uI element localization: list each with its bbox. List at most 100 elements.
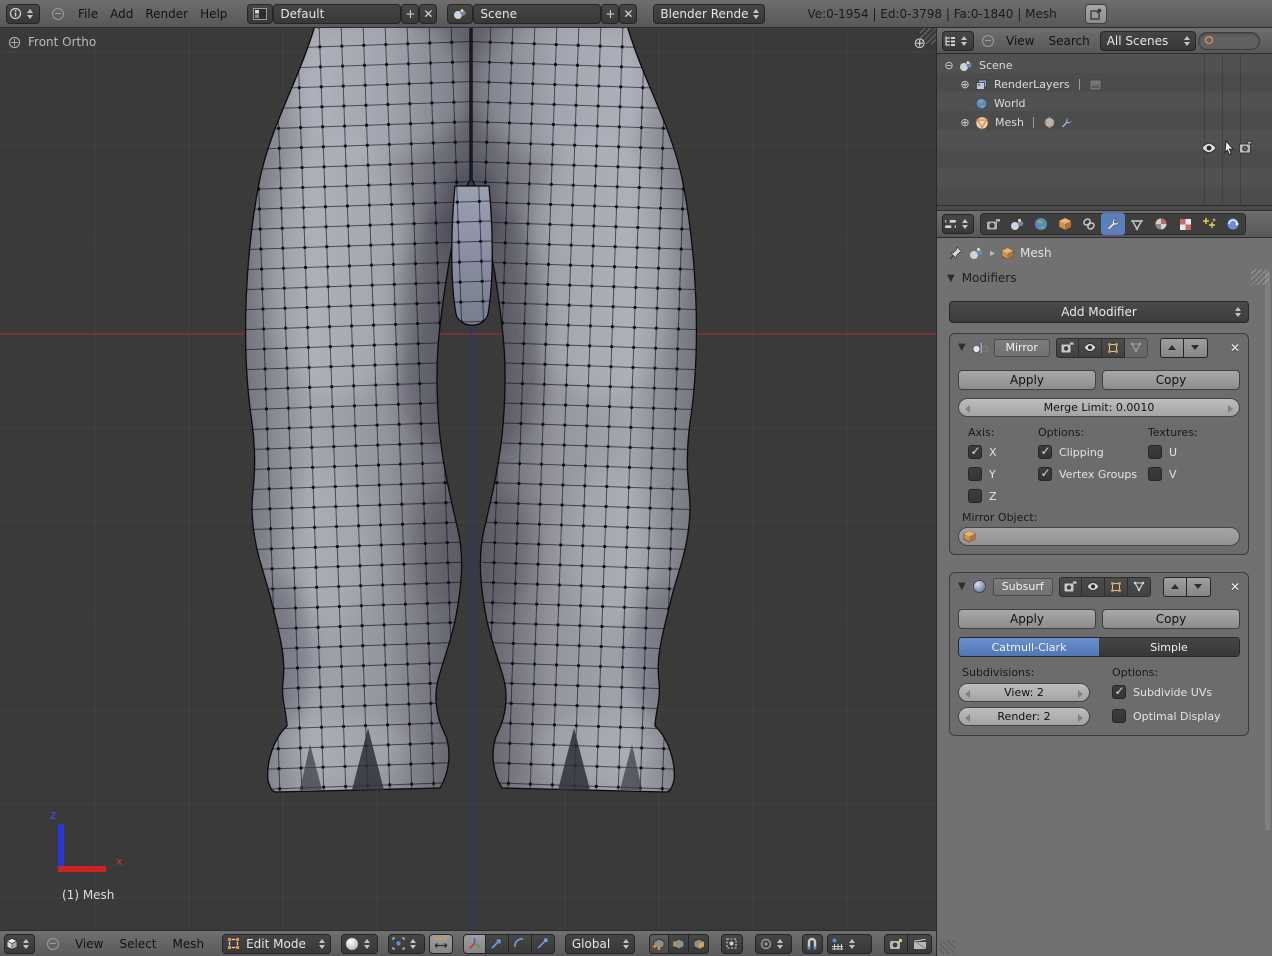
scene-browse-button[interactable] (447, 4, 473, 24)
menu-file[interactable]: File (72, 1, 104, 27)
tab-world[interactable] (1029, 213, 1053, 235)
menu-select[interactable]: Select (113, 931, 162, 956)
menu-add[interactable]: Add (104, 1, 139, 27)
limit-selection-visible-button[interactable] (721, 934, 742, 954)
checkbox[interactable] (1148, 445, 1162, 459)
checkbox[interactable] (968, 489, 982, 503)
editor-type-selector[interactable] (942, 31, 974, 51)
pin-icon[interactable] (949, 246, 963, 260)
collapse-icon[interactable]: ▼ (958, 342, 966, 353)
copy-button[interactable]: Copy (1102, 609, 1240, 629)
collapse-icon[interactable]: ▼ (958, 581, 966, 592)
mirror-object-field[interactable] (958, 527, 1240, 546)
mode-select[interactable]: Edit Mode (222, 934, 331, 954)
texture-v-checkbox[interactable]: V (1148, 467, 1177, 481)
add-layout-button[interactable]: + (401, 4, 419, 24)
scene-field[interactable]: Scene (473, 4, 601, 24)
visibility-eye-icon[interactable] (1201, 140, 1217, 156)
breadcrumb-object-name[interactable]: Mesh (1020, 246, 1052, 260)
render-image-button[interactable] (884, 934, 908, 954)
vertex-groups-checkbox[interactable]: Vertex Groups (1038, 467, 1137, 481)
tab-particles[interactable] (1197, 213, 1221, 235)
render-visibility-toggle[interactable] (1059, 577, 1082, 597)
menu-view[interactable]: View (69, 931, 109, 956)
tab-constraints[interactable] (1077, 213, 1101, 235)
manipulator-scale-button[interactable] (532, 934, 555, 954)
checkbox[interactable] (968, 445, 982, 459)
modifier-name-field[interactable]: Subsurf (993, 578, 1053, 596)
decrease-arrow-icon[interactable] (965, 690, 970, 698)
manipulator-toggle-button[interactable] (429, 934, 452, 954)
editor-type-selector[interactable] (6, 4, 40, 24)
tab-object[interactable] (1053, 213, 1077, 235)
catmull-clark-option[interactable]: Catmull-Clark (959, 638, 1099, 656)
checkbox[interactable] (1038, 445, 1052, 459)
merge-limit-slider[interactable]: Merge Limit: 0.0010 (958, 398, 1240, 417)
menu-search[interactable]: Search (1042, 28, 1095, 54)
axis-z-checkbox[interactable]: Z (968, 489, 997, 503)
subdivide-uvs-checkbox[interactable]: Subdivide UVs (1112, 685, 1212, 699)
collapse-menus-icon[interactable] (47, 938, 59, 950)
tree-row-mesh[interactable]: ⊕ Mesh (959, 113, 1073, 132)
optimal-display-checkbox[interactable]: Optimal Display (1112, 709, 1221, 723)
panel-resize-grip[interactable] (939, 940, 955, 954)
checkbox[interactable] (1112, 709, 1126, 723)
checkbox[interactable] (1148, 467, 1162, 481)
move-modifier-down-button[interactable] (1187, 577, 1211, 597)
viewport-visibility-toggle[interactable] (1079, 338, 1102, 358)
copy-button[interactable]: Copy (1102, 370, 1240, 390)
delete-layout-button[interactable]: ✕ (419, 4, 437, 24)
panel-collapse-icon[interactable]: ▼ (947, 273, 955, 284)
add-scene-button[interactable]: + (601, 4, 619, 24)
decrease-arrow-icon[interactable] (965, 714, 970, 722)
axis-y-checkbox[interactable]: Y (968, 467, 996, 481)
tab-modifiers[interactable] (1101, 213, 1125, 235)
modifiers-panel-title[interactable]: ▼ Modifiers (947, 271, 1016, 285)
tab-render-layers[interactable] (1005, 213, 1029, 235)
move-modifier-down-button[interactable] (1184, 338, 1208, 358)
cage-display-toggle[interactable] (1125, 338, 1148, 358)
editmode-display-toggle[interactable] (1102, 338, 1125, 358)
outliner-search-input[interactable] (1198, 32, 1260, 50)
axis-x-checkbox[interactable]: X (968, 445, 997, 459)
selectability-cursor-icon[interactable] (1221, 140, 1237, 156)
viewport-visibility-toggle[interactable] (1082, 577, 1105, 597)
editor-type-selector[interactable] (942, 214, 974, 234)
menu-render[interactable]: Render (139, 1, 194, 27)
expand-icon[interactable]: ⊕ (959, 78, 971, 91)
expand-icon[interactable]: ⊕ (959, 116, 971, 129)
tree-row-world[interactable]: World (975, 94, 1026, 113)
editmode-display-toggle[interactable] (1105, 577, 1128, 597)
checkbox[interactable] (1038, 467, 1052, 481)
increase-arrow-icon[interactable] (1078, 690, 1083, 698)
outliner-filter-select[interactable]: All Scenes (1100, 31, 1196, 51)
tab-object-data[interactable] (1125, 213, 1149, 235)
view-subdivisions-slider[interactable]: View: 2 (958, 683, 1090, 702)
renderability-camera-icon[interactable] (1238, 140, 1254, 156)
menu-help[interactable]: Help (194, 1, 233, 27)
render-engine-select[interactable]: Blender Render (653, 4, 765, 24)
clipping-checkbox[interactable]: Clipping (1038, 445, 1104, 459)
add-modifier-button[interactable]: Add Modifier (949, 301, 1249, 323)
transform-orientation-select[interactable]: Global (565, 934, 635, 954)
move-modifier-up-button[interactable] (1163, 577, 1187, 597)
window-duplicate-button[interactable] (1085, 4, 1107, 24)
apply-button[interactable]: Apply (958, 609, 1096, 629)
manipulator-translate-button[interactable] (486, 934, 509, 954)
tab-physics[interactable] (1221, 213, 1245, 235)
move-modifier-up-button[interactable] (1160, 338, 1184, 358)
collapse-icon[interactable]: ⊖ (943, 59, 955, 72)
vertex-select-button[interactable] (649, 934, 669, 954)
delete-modifier-icon[interactable]: ✕ (1230, 341, 1240, 355)
delete-scene-button[interactable]: ✕ (619, 4, 637, 24)
apply-button[interactable]: Apply (958, 370, 1096, 390)
checkbox[interactable] (1112, 685, 1126, 699)
menu-mesh[interactable]: Mesh (167, 931, 211, 956)
tab-render[interactable] (981, 213, 1005, 235)
delete-modifier-icon[interactable]: ✕ (1230, 580, 1240, 594)
manipulator-rotate-button[interactable] (509, 934, 532, 954)
tab-material[interactable] (1149, 213, 1173, 235)
3d-viewport[interactable]: Front Ortho ⊕ z x (1) Mesh (0, 28, 936, 930)
increase-arrow-icon[interactable] (1078, 714, 1083, 722)
snap-toggle-button[interactable] (802, 934, 823, 954)
